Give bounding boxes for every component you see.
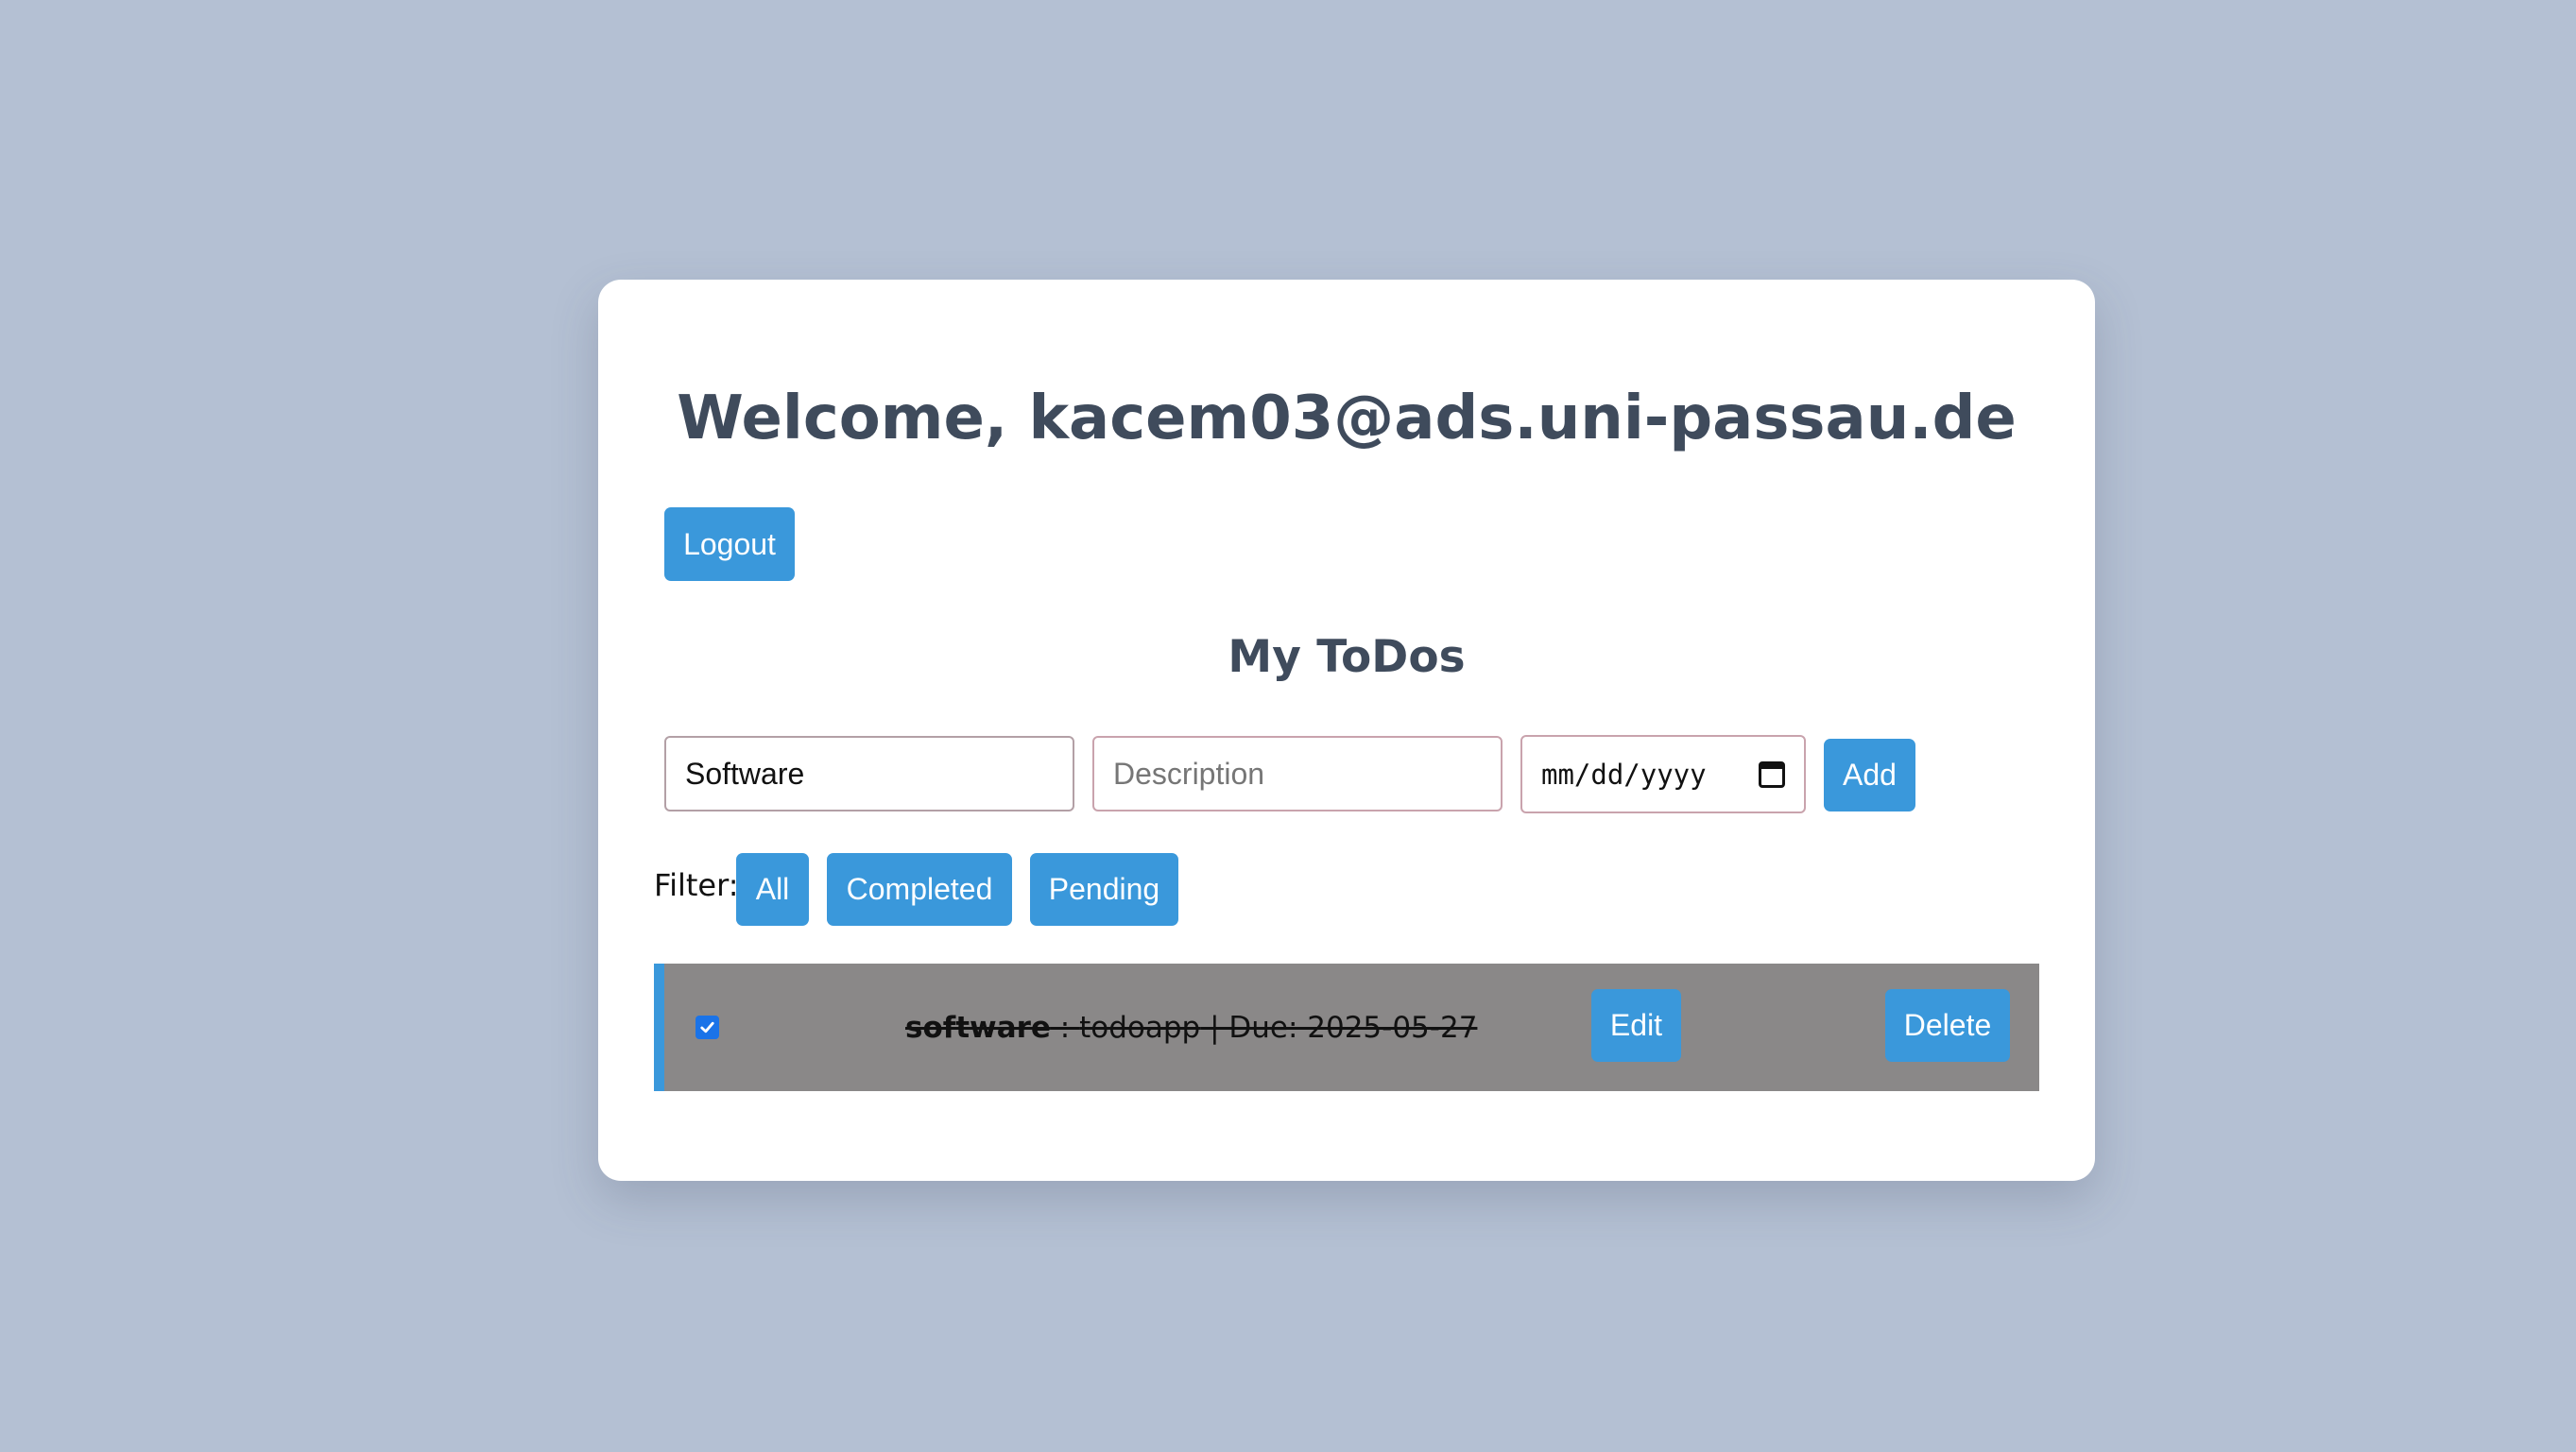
- todo-title-value: Software: [685, 756, 805, 791]
- filter-label: Filter:: [654, 867, 739, 903]
- todo-separator: :: [1050, 1011, 1080, 1045]
- date-placeholder: mm/dd/yyyy: [1541, 758, 1707, 791]
- calendar-icon[interactable]: [1759, 760, 1785, 788]
- todo-card: Welcome, kacem03@ads.uni-passau.de Logou…: [598, 280, 2095, 1181]
- todo-title: software: [905, 1011, 1051, 1045]
- todo-description: todoapp: [1079, 1011, 1201, 1045]
- filter-pending-button[interactable]: Pending: [1030, 853, 1178, 926]
- todo-text: software : todoapp | Due: 2025-05-27: [905, 1009, 1477, 1047]
- page-title: Welcome, kacem03@ads.uni-passau.de: [677, 384, 2017, 453]
- todos-heading: My ToDos: [1228, 631, 1466, 683]
- check-icon: [700, 1021, 714, 1033]
- filter-completed-button[interactable]: Completed: [827, 853, 1012, 926]
- due-date-input[interactable]: mm/dd/yyyy: [1520, 735, 1806, 813]
- edit-todo-button[interactable]: Edit: [1591, 989, 1681, 1062]
- logout-button[interactable]: Logout: [664, 507, 795, 581]
- todo-description-input[interactable]: Description: [1092, 736, 1503, 811]
- todo-completed-checkbox[interactable]: [696, 1016, 719, 1039]
- todo-due-date: | Due: 2025-05-27: [1200, 1011, 1478, 1045]
- todo-title-input[interactable]: Software: [664, 736, 1074, 811]
- filter-all-button[interactable]: All: [736, 853, 809, 926]
- todo-item: software : todoapp | Due: 2025-05-27: [654, 964, 2039, 1091]
- delete-todo-button[interactable]: Delete: [1885, 989, 2010, 1062]
- description-placeholder: Description: [1113, 756, 1265, 791]
- add-todo-button[interactable]: Add: [1824, 739, 1915, 811]
